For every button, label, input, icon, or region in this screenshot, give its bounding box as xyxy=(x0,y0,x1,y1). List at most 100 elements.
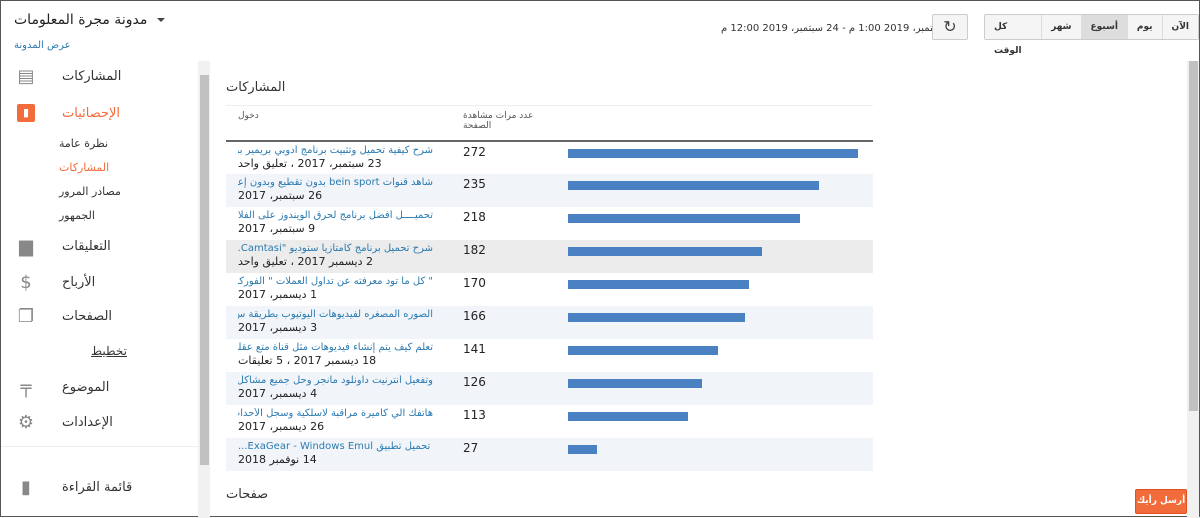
label: قائمة القراءة xyxy=(62,479,133,495)
entry-cell: شرح تحميل برنامج كامتازيا ستوديو "Camtas… xyxy=(226,239,451,273)
views-bar xyxy=(568,148,858,158)
post-meta: 9 سبتمبر، 2017 xyxy=(238,221,316,235)
sidebar-item-settings[interactable]: ⚙ الإعدادات xyxy=(16,411,113,433)
sidebar-item-comments[interactable]: ▆ التعليقات xyxy=(16,235,111,257)
table-row: تحميــــل أفضل برنامج لحرق الويندوز على … xyxy=(226,207,873,240)
label: الإحصائيات xyxy=(62,105,121,121)
post-meta: 3 ديسمبر، 2017 xyxy=(238,320,318,334)
range-month[interactable]: شهر xyxy=(1041,15,1081,39)
sidebar: ▤ المشاركات ▮ الإحصائيات نظرة عامة المشارك… xyxy=(1,61,198,518)
entry-cell: شرح كيفية تحميل وتثبيت برنامج أدوبي بريم… xyxy=(226,141,451,174)
table-row: تعلم كيف يتم إنشاء فيديوهات مثل قناة متع… xyxy=(226,339,873,372)
dollar-icon: $ xyxy=(20,271,32,293)
posts-icon: ▤ xyxy=(17,65,35,87)
sidebar-item-earnings[interactable]: $ الأرباح xyxy=(16,271,96,293)
views-cell: 182 xyxy=(451,239,556,273)
label: الموضوع xyxy=(62,379,110,395)
views-cell: 170 xyxy=(463,275,486,290)
entry-cell: تحميل تطبيق ExaGear - Windows Emul... 14 … xyxy=(226,437,451,471)
entry-cell: هاتفك الي كاميرة مراقبة لاسلكية وسجل الأ… xyxy=(226,405,451,438)
comments-icon: ▆ xyxy=(19,235,33,257)
bar-cell xyxy=(556,239,873,273)
views-cell: 27 xyxy=(451,437,556,471)
entry-cell: تحميــــل أفضل برنامج لحرق الويندوز على … xyxy=(226,207,451,240)
col-entry: دخول xyxy=(226,105,451,142)
scroll-thumb[interactable] xyxy=(1189,61,1198,411)
post-title-link[interactable]: تعلم كيف يتم إنشاء فيديوهات مثل قناة متع… xyxy=(238,342,433,353)
label: الصفحات xyxy=(62,308,113,324)
entry-cell: شاهد قنوات bein sport بدون تقطيع وبدون إ… xyxy=(226,173,451,207)
section-title: المشاركات xyxy=(226,80,286,95)
post-meta: 26 سبتمبر، 2017 xyxy=(238,188,323,202)
refresh-button[interactable]: ↻ xyxy=(932,14,968,40)
post-title-link[interactable]: تحميل تطبيق ExaGear - Windows Emul... xyxy=(238,441,433,452)
pages-title: صفحات xyxy=(226,487,269,502)
views-cell: 272 xyxy=(463,144,486,159)
views-bar xyxy=(568,279,750,289)
views-cell: 235 xyxy=(451,173,556,207)
bar-cell xyxy=(556,207,873,240)
range-week[interactable]: أسبوع xyxy=(1080,15,1127,39)
post-meta: 14 نوفمبر 2018 xyxy=(238,452,317,466)
post-title-link[interactable]: شرح تحميل برنامج كامتازيا ستوديو "Camtas… xyxy=(238,243,433,254)
post-title-link[interactable]: شرح كيفية تحميل وتثبيت برنامج أدوبي بريم… xyxy=(238,145,433,156)
blog-selector[interactable]: مدونة مجرة المعلومات xyxy=(14,12,166,28)
scroll-thumb[interactable] xyxy=(200,75,209,465)
table-row: هاتفك الي كاميرة مراقبة لاسلكية وسجل الأ… xyxy=(226,405,873,438)
sub-audience[interactable]: الجمهور xyxy=(59,209,95,222)
pages-icon: ❐ xyxy=(17,305,35,327)
view-blog-link[interactable]: عرض المدونة xyxy=(14,40,71,51)
sidebar-item-theme[interactable]: ╤ الموضوع xyxy=(16,376,110,398)
views-bar xyxy=(568,378,703,388)
table-row: شاهد قنوات bein sport بدون تقطيع وبدون إ… xyxy=(226,173,873,207)
entry-cell: وتفعيل أنترنيت داونلود مانجر وحل جميع مش… xyxy=(226,371,451,405)
views-cell: 218 xyxy=(463,209,486,224)
views-bar xyxy=(568,312,745,322)
entry-cell: الصوره المصغره لفيديوهات اليوتيوب بطريقة… xyxy=(226,305,451,339)
bar-cell xyxy=(556,173,873,207)
posts-table: دخول عدد مرات مشاهدة الصفحة شرح كيفية تحم… xyxy=(226,105,873,471)
range-now[interactable]: الآن xyxy=(1161,15,1198,39)
views-bar xyxy=(568,411,689,421)
bar-cell xyxy=(556,273,873,306)
bar-cell xyxy=(556,305,873,339)
date-range: 17 سبتمبر، 2019 1:00 م - 24 سبتمبر، 2019… xyxy=(721,23,960,34)
post-meta: 2 ديسمبر 2017 ، تعليق واحد xyxy=(238,254,374,268)
sidebar-item-posts[interactable]: ▤ المشاركات xyxy=(16,65,121,87)
range-day[interactable]: يوم xyxy=(1126,15,1162,39)
post-title-link[interactable]: الصوره المصغره لفيديوهات اليوتيوب بطريقة… xyxy=(238,309,433,320)
sub-traffic[interactable]: مصادر المرور xyxy=(59,185,121,198)
post-title-link[interactable]: هاتفك الي كاميرة مراقبة لاسلكية وسجل الأ… xyxy=(238,408,433,419)
bar-cell xyxy=(556,141,873,174)
views-cell: 141 xyxy=(463,341,486,356)
post-title-link[interactable]: " كل ما تود معرفته عن تداول العملات " ال… xyxy=(238,276,433,287)
chevron-down-icon xyxy=(157,18,166,22)
post-meta: 18 ديسمبر 2017 ، 5 تعليقات xyxy=(238,353,377,367)
feedback-button[interactable]: أرسل رأيك xyxy=(1135,489,1187,514)
post-title-link[interactable]: شاهد قنوات bein sport بدون تقطيع وبدون إ… xyxy=(238,177,433,188)
layout-link[interactable]: تخطيط xyxy=(91,344,127,358)
gear-icon: ⚙ xyxy=(17,411,35,433)
views-cell: 166 xyxy=(451,305,556,339)
blog-title: مدونة مجرة المعلومات xyxy=(14,12,148,28)
label: الأرباح xyxy=(62,274,96,290)
sub-posts[interactable]: المشاركات xyxy=(59,161,109,174)
entry-cell: تعلم كيف يتم إنشاء فيديوهات مثل قناة متع… xyxy=(226,339,451,372)
table-row: الصوره المصغره لفيديوهات اليوتيوب بطريقة… xyxy=(226,305,873,339)
sidebar-item-pages[interactable]: ❐ الصفحات xyxy=(16,305,113,327)
views-bar xyxy=(568,213,801,223)
table-row: " كل ما تود معرفته عن تداول العملات " ال… xyxy=(226,273,873,306)
views-cell: 113 xyxy=(463,407,486,422)
paint-roller-icon: ╤ xyxy=(20,376,32,398)
post-title-link[interactable]: تحميــــل أفضل برنامج لحرق الويندوز على … xyxy=(238,210,433,221)
post-title-link[interactable]: وتفعيل أنترنيت داونلود مانجر وحل جميع مش… xyxy=(238,375,433,386)
main-scrollbar[interactable] xyxy=(1187,61,1199,518)
sub-overview[interactable]: نظرة عامة xyxy=(59,137,108,150)
sidebar-item-reading-list[interactable]: ▮ قائمة القراءة xyxy=(16,477,133,498)
range-all-time[interactable]: كل الوقت xyxy=(985,15,1042,56)
sidebar-item-stats[interactable]: ▮ الإحصائيات xyxy=(16,103,120,123)
sidebar-scrollbar[interactable] xyxy=(198,61,210,518)
bar-cell xyxy=(556,339,873,372)
entry-cell: " كل ما تود معرفته عن تداول العملات " ال… xyxy=(226,273,451,306)
post-meta: 26 ديسمبر، 2017 xyxy=(238,419,325,433)
